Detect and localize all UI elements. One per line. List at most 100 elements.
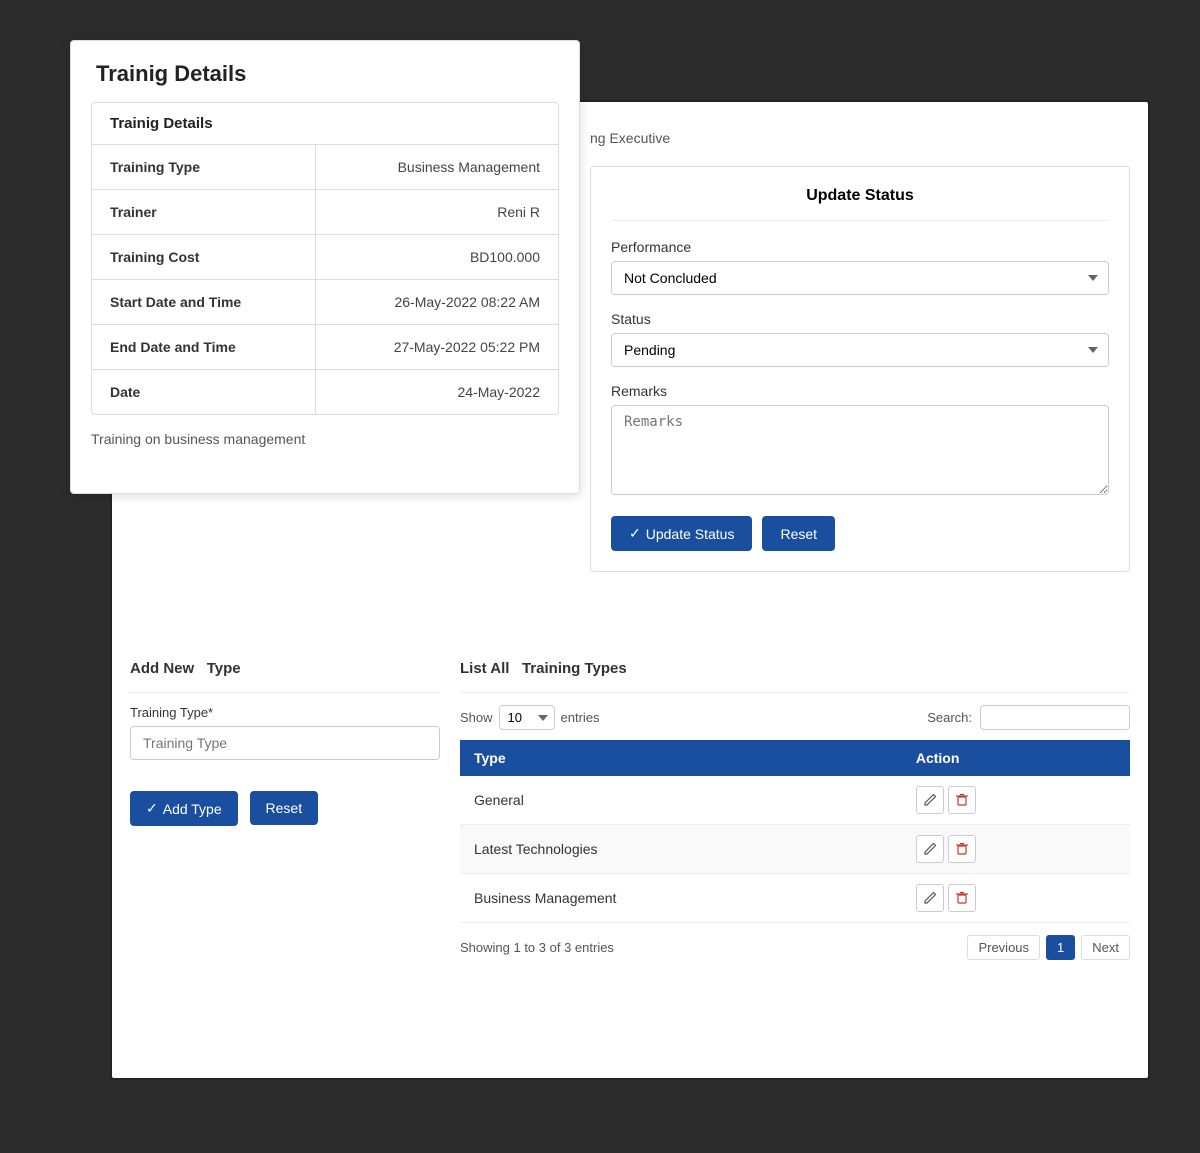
detail-inner: Trainig Details Training Type Business M… <box>91 102 559 415</box>
update-status-btn-label: Update Status <box>646 526 735 542</box>
performance-group: Performance Not Concluded Concluded In P… <box>611 239 1109 295</box>
row-value-start: 26-May-2022 08:22 AM <box>316 280 558 325</box>
edit-general-button[interactable] <box>916 786 944 814</box>
table-row: Trainer Reni R <box>92 190 558 235</box>
remarks-label: Remarks <box>611 383 1109 399</box>
update-status-btn-row: ✓ Update Status Reset <box>611 516 1109 551</box>
list-all-suffix: Training Types <box>522 660 627 677</box>
row-value-training-type: Business Management <box>316 145 558 190</box>
add-type-button[interactable]: ✓ Add Type <box>130 791 238 826</box>
delete-latest-tech-button[interactable] <box>948 835 976 863</box>
edit-icon <box>923 891 937 905</box>
employee-label: ng Executive <box>590 120 1130 166</box>
update-status-box: Update Status Performance Not Concluded … <box>590 166 1130 572</box>
table-row: End Date and Time 27-May-2022 05:22 PM <box>92 325 558 370</box>
search-label: Search: <box>927 710 972 725</box>
type-biz-mgmt: Business Management <box>460 874 902 923</box>
action-btns-general <box>916 786 1116 814</box>
list-all-header: List All Training Types <box>460 660 1130 677</box>
add-type-field-group: Training Type* <box>130 705 440 775</box>
add-type-reset-button[interactable]: Reset <box>250 791 319 825</box>
update-status-title: Update Status <box>611 187 1109 221</box>
edit-icon <box>923 842 937 856</box>
list-all-card: List All Training Types Show 10 25 50 10… <box>460 660 1130 1100</box>
checkmark-icon: ✓ <box>629 525 641 542</box>
row-label-start: Start Date and Time <box>92 280 316 325</box>
performance-select[interactable]: Not Concluded Concluded In Progress <box>611 261 1109 295</box>
remarks-textarea[interactable] <box>611 405 1109 495</box>
search-box: Search: <box>927 705 1130 730</box>
list-all-prefix: List All <box>460 660 509 677</box>
row-value-trainer: Reni R <box>316 190 558 235</box>
detail-inner-header: Trainig Details <box>92 103 558 145</box>
add-type-card: Add New Type Training Type* ✓ Add Type R… <box>130 660 440 1100</box>
row-label-date: Date <box>92 370 316 415</box>
detail-card: Trainig Details Trainig Details Training… <box>70 40 580 494</box>
status-group: Status Pending Approved Rejected <box>611 311 1109 367</box>
add-type-btn-label: Add Type <box>163 801 222 817</box>
reset-button[interactable]: Reset <box>762 516 835 551</box>
status-label: Status <box>611 311 1109 327</box>
bottom-section: Add New Type Training Type* ✓ Add Type R… <box>110 640 1150 1120</box>
detail-card-title: Trainig Details <box>71 41 579 102</box>
edit-icon <box>923 793 937 807</box>
showing-entries-text: Showing 1 to 3 of 3 entries <box>460 940 614 955</box>
add-type-header: Add New Type <box>130 660 440 677</box>
add-type-header-suffix: Type <box>207 660 241 677</box>
delete-biz-mgmt-button[interactable] <box>948 884 976 912</box>
delete-general-button[interactable] <box>948 786 976 814</box>
table-controls: Show 10 25 50 100 entries Search: <box>460 705 1130 730</box>
add-type-input[interactable] <box>130 726 440 760</box>
list-divider <box>460 692 1130 693</box>
previous-page-button[interactable]: Previous <box>967 935 1040 960</box>
search-input[interactable] <box>980 705 1130 730</box>
table-row: Business Management <box>460 874 1130 923</box>
remarks-group: Remarks <box>611 383 1109 498</box>
table-header-row: Type Action <box>460 740 1130 776</box>
right-panel: ng Executive Update Status Performance N… <box>590 120 1130 572</box>
update-status-button[interactable]: ✓ Update Status <box>611 516 752 551</box>
page-1-button[interactable]: 1 <box>1046 935 1075 960</box>
col-action: Action <box>902 740 1130 776</box>
table-row: Date 24-May-2022 <box>92 370 558 415</box>
table-row: General <box>460 776 1130 825</box>
row-value-end: 27-May-2022 05:22 PM <box>316 325 558 370</box>
status-select[interactable]: Pending Approved Rejected <box>611 333 1109 367</box>
next-page-button[interactable]: Next <box>1081 935 1130 960</box>
table-footer: Showing 1 to 3 of 3 entries Previous 1 N… <box>460 935 1130 960</box>
action-btns-latest-tech <box>916 835 1116 863</box>
show-entries: Show 10 25 50 100 entries <box>460 705 600 730</box>
trash-icon <box>955 793 969 807</box>
trash-icon <box>955 842 969 856</box>
detail-description: Training on business management <box>71 415 579 463</box>
add-type-header-prefix: Add New <box>130 660 194 677</box>
row-label-cost: Training Cost <box>92 235 316 280</box>
entries-label: entries <box>561 710 600 725</box>
row-value-date: 24-May-2022 <box>316 370 558 415</box>
edit-latest-tech-button[interactable] <box>916 835 944 863</box>
type-latest-tech: Latest Technologies <box>460 825 902 874</box>
row-label-trainer: Trainer <box>92 190 316 235</box>
action-btns-biz-mgmt <box>916 884 1116 912</box>
table-row: Training Type Business Management <box>92 145 558 190</box>
divider <box>130 692 440 693</box>
type-general: General <box>460 776 902 825</box>
action-latest-tech <box>902 825 1130 874</box>
row-label-training-type: Training Type <box>92 145 316 190</box>
col-type: Type <box>460 740 902 776</box>
detail-table: Training Type Business Management Traine… <box>92 145 558 414</box>
data-table: Type Action General <box>460 740 1130 923</box>
performance-label: Performance <box>611 239 1109 255</box>
action-biz-mgmt <box>902 874 1130 923</box>
trash-icon <box>955 891 969 905</box>
row-label-end: End Date and Time <box>92 325 316 370</box>
table-row: Training Cost BD100.000 <box>92 235 558 280</box>
edit-biz-mgmt-button[interactable] <box>916 884 944 912</box>
action-general <box>902 776 1130 825</box>
table-row: Latest Technologies <box>460 825 1130 874</box>
entries-select[interactable]: 10 25 50 100 <box>499 705 555 730</box>
row-value-cost: BD100.000 <box>316 235 558 280</box>
add-type-field-label: Training Type* <box>130 705 440 720</box>
add-checkmark-icon: ✓ <box>146 800 158 817</box>
show-label: Show <box>460 710 493 725</box>
